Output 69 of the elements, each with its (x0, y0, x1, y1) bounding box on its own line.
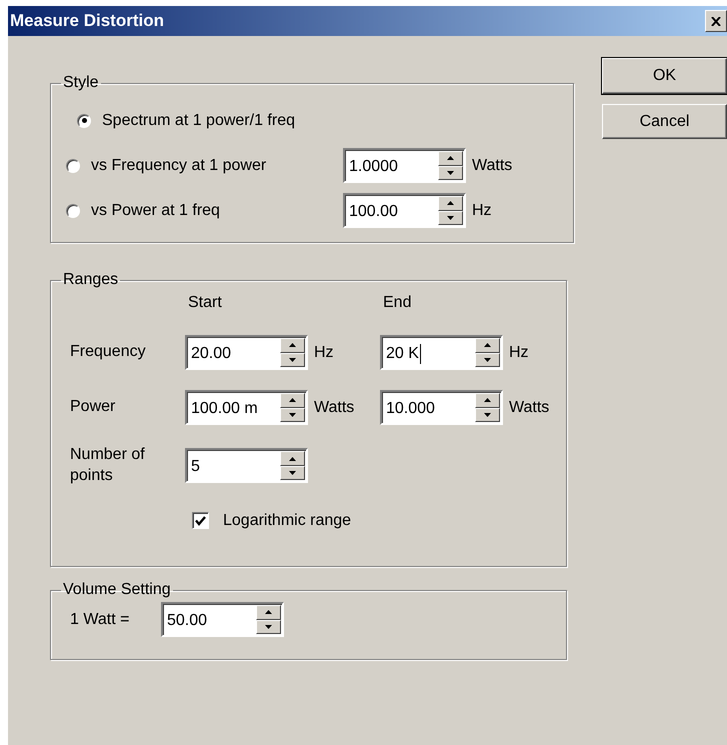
spin-up-button[interactable] (256, 605, 281, 620)
up-arrow-icon (447, 156, 454, 160)
unit-label: Watts (508, 398, 550, 418)
radio-button[interactable] (66, 158, 80, 172)
up-arrow-icon (484, 343, 491, 348)
spin-down-button[interactable] (438, 166, 463, 180)
down-arrow-icon (484, 412, 491, 417)
down-arrow-icon (484, 358, 491, 362)
down-arrow-icon (447, 216, 454, 220)
unit-label: Hz (508, 342, 530, 362)
option-label[interactable]: Spectrum at 1 power/1 freq (102, 108, 295, 132)
radio-button[interactable] (66, 204, 80, 218)
close-icon (711, 16, 721, 26)
spin-up-button[interactable] (475, 393, 500, 408)
up-arrow-icon (447, 201, 454, 206)
spin-field[interactable]: 20 K (380, 335, 503, 370)
spin-up-button[interactable] (280, 338, 305, 352)
spin-up-button[interactable] (280, 451, 305, 466)
spin-field[interactable]: 100.00 (343, 193, 466, 228)
spin-down-button[interactable] (438, 210, 463, 225)
spin-field[interactable]: 100.00 m (185, 390, 308, 425)
unit-label: Watts (313, 398, 356, 418)
checkbox[interactable] (192, 512, 209, 530)
spin-up-button[interactable] (438, 151, 463, 166)
check-icon (195, 516, 206, 526)
spin-field[interactable]: 20.00 (185, 335, 308, 370)
spin-up-button[interactable] (475, 338, 500, 352)
up-arrow-icon (289, 456, 296, 461)
field-label: Power (70, 397, 116, 418)
spin-field[interactable]: 1.0000 (343, 148, 466, 183)
group-title: Volume Setting (62, 581, 172, 599)
unit-label: Hz (313, 342, 335, 362)
up-arrow-icon (484, 398, 491, 402)
spin-down-button[interactable] (280, 466, 305, 480)
field-label: 1 Watt = (70, 610, 130, 630)
option-label[interactable]: vs Power at 1 freq (91, 198, 220, 222)
spin-down-button[interactable] (475, 352, 500, 367)
column-header: End (382, 293, 412, 313)
down-arrow-icon (289, 358, 296, 362)
spin-down-button[interactable] (280, 408, 305, 422)
close-button[interactable] (705, 10, 727, 32)
down-arrow-icon (447, 170, 454, 175)
spin-field[interactable]: 10.000 (380, 390, 503, 425)
spin-down-button[interactable] (475, 408, 500, 422)
unit-label: Hz (471, 200, 492, 220)
down-arrow-icon (289, 471, 296, 476)
field-label: Number of points (70, 445, 146, 486)
checkbox-label[interactable]: Logarithmic range (223, 508, 352, 533)
up-arrow-icon (265, 610, 272, 614)
column-header: Start (187, 293, 223, 313)
window-title: Measure Distortion (10, 10, 164, 32)
radio-button[interactable] (77, 114, 91, 128)
field-label: Frequency (70, 342, 147, 362)
group-title: Ranges (62, 271, 120, 289)
spin-down-button[interactable] (256, 620, 281, 634)
up-arrow-icon (289, 343, 296, 348)
option-label[interactable]: vs Frequency at 1 power (91, 154, 266, 178)
spin-field[interactable]: 50.00 (161, 602, 284, 637)
down-arrow-icon (265, 624, 272, 629)
dialog-button[interactable]: OK (602, 58, 727, 94)
down-arrow-icon (289, 412, 296, 417)
group-title: Style (62, 74, 100, 92)
dialog-button[interactable]: Cancel (602, 104, 727, 139)
up-arrow-icon (289, 398, 296, 402)
unit-label: Watts (471, 156, 512, 176)
spin-down-button[interactable] (280, 352, 305, 367)
spin-up-button[interactable] (438, 196, 463, 210)
spin-up-button[interactable] (280, 393, 305, 408)
spin-field[interactable]: 5 (185, 448, 308, 484)
